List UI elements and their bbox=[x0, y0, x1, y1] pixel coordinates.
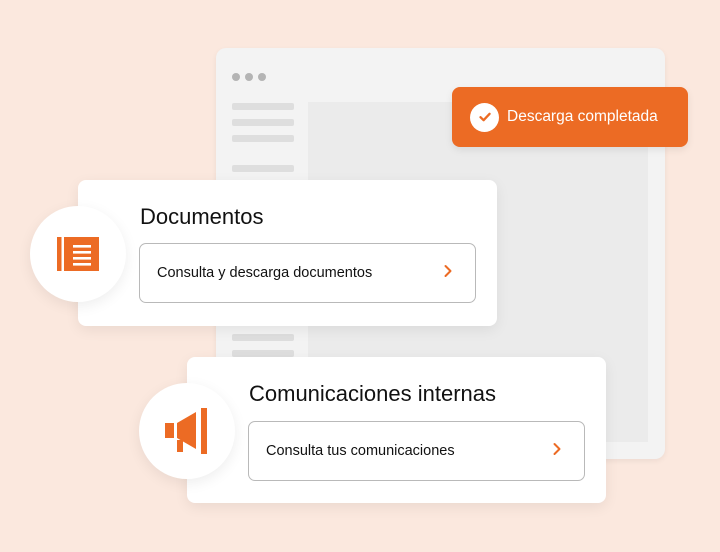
toast-text: Descarga completada bbox=[507, 108, 658, 125]
window-dot bbox=[258, 73, 266, 81]
download-complete-toast: Descarga completada bbox=[452, 87, 688, 147]
megaphone-icon bbox=[139, 383, 235, 479]
chevron-right-icon bbox=[552, 442, 562, 460]
window-dot bbox=[232, 73, 240, 81]
window-dot bbox=[245, 73, 253, 81]
sidebar-placeholder-line bbox=[232, 165, 294, 172]
sidebar-placeholder-line bbox=[232, 103, 294, 110]
sidebar-placeholder-line bbox=[232, 350, 294, 357]
action-label: Consulta y descarga documentos bbox=[157, 265, 373, 281]
card-title: Comunicaciones internas bbox=[249, 381, 497, 406]
sidebar-placeholder-line bbox=[232, 119, 294, 126]
check-icon bbox=[470, 102, 499, 132]
card-title: Documentos bbox=[140, 204, 264, 229]
action-label: Consulta tus comunicaciones bbox=[266, 443, 455, 459]
sidebar-placeholder-line bbox=[232, 135, 294, 142]
communications-action-button[interactable]: Consulta tus comunicaciones bbox=[248, 421, 585, 481]
communications-card: Comunicaciones internas Consulta tus com… bbox=[187, 357, 606, 503]
chevron-right-icon bbox=[443, 264, 453, 282]
sidebar-placeholder-line bbox=[232, 334, 294, 341]
window-dots bbox=[232, 73, 266, 81]
documents-action-button[interactable]: Consulta y descarga documentos bbox=[139, 243, 476, 303]
documents-card: Documentos Consulta y descarga documento… bbox=[78, 180, 497, 326]
document-icon bbox=[30, 206, 126, 302]
